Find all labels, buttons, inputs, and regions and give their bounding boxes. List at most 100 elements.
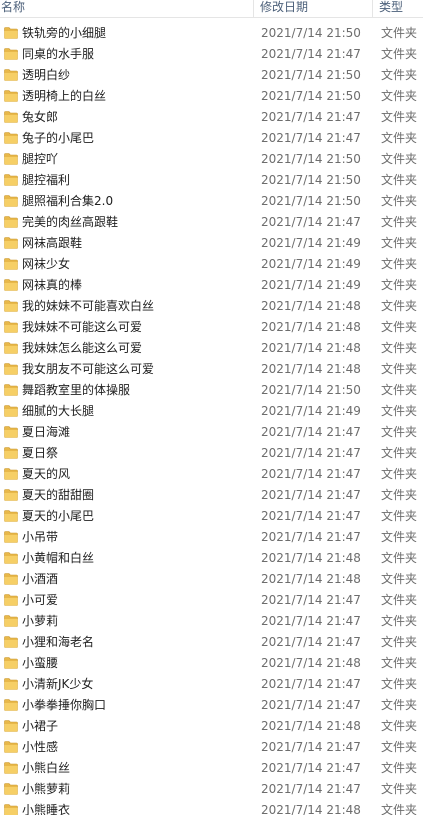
list-item[interactable]: 网袜真的棒 2021/7/14 21:49 文件夹 xyxy=(0,274,423,295)
list-item[interactable]: 小清新JK少女 2021/7/14 21:47 文件夹 xyxy=(0,673,423,694)
folder-icon xyxy=(4,131,18,144)
date-modified: 2021/7/14 21:50 xyxy=(261,67,361,82)
file-name: 小裙子 xyxy=(22,719,59,733)
list-item[interactable]: 夏日祭 2021/7/14 21:47 文件夹 xyxy=(0,442,423,463)
column-header-date-modified[interactable]: 修改日期 xyxy=(254,0,373,17)
file-name: 我女朋友不可能这么可爱 xyxy=(22,362,155,376)
file-type: 文件夹 xyxy=(381,593,418,607)
date-modified: 2021/7/14 21:48 xyxy=(261,340,361,355)
list-item[interactable]: 夏天的风 2021/7/14 21:47 文件夹 xyxy=(0,463,423,484)
list-item[interactable]: 夏天的小尾巴 2021/7/14 21:47 文件夹 xyxy=(0,505,423,526)
list-item[interactable]: 我妹妹不可能这么可爱 2021/7/14 21:48 文件夹 xyxy=(0,316,423,337)
list-item[interactable]: 腿照福利合集2.0 2021/7/14 21:50 文件夹 xyxy=(0,190,423,211)
list-item[interactable]: 小熊白丝 2021/7/14 21:47 文件夹 xyxy=(0,757,423,778)
list-item[interactable]: 我女朋友不可能这么可爱 2021/7/14 21:48 文件夹 xyxy=(0,358,423,379)
list-item[interactable]: 小裙子 2021/7/14 21:48 文件夹 xyxy=(0,715,423,736)
column-header-type[interactable]: 类型 xyxy=(373,0,423,17)
file-type: 文件夹 xyxy=(381,257,418,271)
file-name: 透明椅上的白丝 xyxy=(22,89,107,103)
list-item[interactable]: 小性感 2021/7/14 21:47 文件夹 xyxy=(0,736,423,757)
file-name: 小熊白丝 xyxy=(22,761,71,775)
file-name-cell: 铁轨旁的小细腿 xyxy=(0,24,256,41)
list-item[interactable]: 同桌的水手服 2021/7/14 21:47 文件夹 xyxy=(0,43,423,64)
date-modified: 2021/7/14 21:49 xyxy=(261,235,361,250)
folder-icon xyxy=(4,488,18,501)
list-item[interactable]: 小熊睡衣 2021/7/14 21:48 文件夹 xyxy=(0,799,423,815)
file-name-cell: 小熊萝莉 xyxy=(0,780,256,797)
list-item[interactable]: 小酒酒 2021/7/14 21:48 文件夹 xyxy=(0,568,423,589)
date-modified: 2021/7/14 21:47 xyxy=(261,424,361,439)
list-item[interactable]: 小可爱 2021/7/14 21:47 文件夹 xyxy=(0,589,423,610)
list-item[interactable]: 腿控吖 2021/7/14 21:50 文件夹 xyxy=(0,148,423,169)
file-name: 我妹妹怎么能这么可爱 xyxy=(22,341,143,355)
list-item[interactable]: 小熊萝莉 2021/7/14 21:47 文件夹 xyxy=(0,778,423,799)
list-item[interactable]: 铁轨旁的小细腿 2021/7/14 21:50 文件夹 xyxy=(0,22,423,43)
list-item[interactable]: 网袜少女 2021/7/14 21:49 文件夹 xyxy=(0,253,423,274)
column-header-name[interactable]: 名称 xyxy=(0,0,254,17)
file-name: 细腻的大长腿 xyxy=(22,404,95,418)
date-modified: 2021/7/14 21:49 xyxy=(261,256,361,271)
list-item[interactable]: 细腻的大长腿 2021/7/14 21:49 文件夹 xyxy=(0,400,423,421)
list-item[interactable]: 腿控福利 2021/7/14 21:50 文件夹 xyxy=(0,169,423,190)
date-modified: 2021/7/14 21:48 xyxy=(261,319,361,334)
file-name-cell: 小萝莉 xyxy=(0,612,256,629)
file-name-cell: 透明白纱 xyxy=(0,66,256,83)
folder-icon xyxy=(4,614,18,627)
list-item[interactable]: 透明椅上的白丝 2021/7/14 21:50 文件夹 xyxy=(0,85,423,106)
list-item[interactable]: 小萝莉 2021/7/14 21:47 文件夹 xyxy=(0,610,423,631)
file-name-cell: 小熊白丝 xyxy=(0,759,256,776)
folder-icon xyxy=(4,425,18,438)
date-modified: 2021/7/14 21:50 xyxy=(261,25,361,40)
folder-icon xyxy=(4,719,18,732)
file-name-cell: 小狸和海老名 xyxy=(0,633,256,650)
file-type: 文件夹 xyxy=(381,719,418,733)
file-type: 文件夹 xyxy=(381,572,418,586)
file-name: 同桌的水手服 xyxy=(22,47,95,61)
file-type: 文件夹 xyxy=(381,614,418,628)
file-type: 文件夹 xyxy=(381,131,418,145)
file-name-cell: 小可爱 xyxy=(0,591,256,608)
list-item[interactable]: 夏日海滩 2021/7/14 21:47 文件夹 xyxy=(0,421,423,442)
file-name-cell: 夏日海滩 xyxy=(0,423,256,440)
list-item[interactable]: 小黄帽和白丝 2021/7/14 21:48 文件夹 xyxy=(0,547,423,568)
folder-icon xyxy=(4,299,18,312)
folder-icon xyxy=(4,782,18,795)
list-item[interactable]: 夏天的甜甜圈 2021/7/14 21:47 文件夹 xyxy=(0,484,423,505)
file-type: 文件夹 xyxy=(381,89,418,103)
file-name-cell: 我妹妹怎么能这么可爱 xyxy=(0,339,256,356)
file-name-cell: 我妹妹不可能这么可爱 xyxy=(0,318,256,335)
list-item[interactable]: 小狸和海老名 2021/7/14 21:47 文件夹 xyxy=(0,631,423,652)
list-item[interactable]: 透明白纱 2021/7/14 21:50 文件夹 xyxy=(0,64,423,85)
file-type: 文件夹 xyxy=(381,509,418,523)
folder-icon xyxy=(4,152,18,165)
file-type: 文件夹 xyxy=(381,635,418,649)
file-name: 小拳拳捶你胸口 xyxy=(22,698,107,712)
file-name: 夏天的小尾巴 xyxy=(22,509,95,523)
folder-icon xyxy=(4,215,18,228)
date-modified: 2021/7/14 21:47 xyxy=(261,130,361,145)
file-name-cell: 夏天的小尾巴 xyxy=(0,507,256,524)
file-type: 文件夹 xyxy=(381,68,418,82)
file-name-cell: 我女朋友不可能这么可爱 xyxy=(0,360,256,377)
list-item[interactable]: 完美的肉丝高跟鞋 2021/7/14 21:47 文件夹 xyxy=(0,211,423,232)
list-item[interactable]: 小吊带 2021/7/14 21:47 文件夹 xyxy=(0,526,423,547)
list-item[interactable]: 舞蹈教室里的体操服 2021/7/14 21:50 文件夹 xyxy=(0,379,423,400)
folder-icon xyxy=(4,110,18,123)
list-item[interactable]: 兔女郎 2021/7/14 21:47 文件夹 xyxy=(0,106,423,127)
date-modified: 2021/7/14 21:50 xyxy=(261,193,361,208)
list-item[interactable]: 网袜高跟鞋 2021/7/14 21:49 文件夹 xyxy=(0,232,423,253)
date-modified: 2021/7/14 21:47 xyxy=(261,529,361,544)
list-item[interactable]: 小拳拳捶你胸口 2021/7/14 21:47 文件夹 xyxy=(0,694,423,715)
date-modified: 2021/7/14 21:47 xyxy=(261,487,361,502)
list-item[interactable]: 我的妹妹不可能喜欢白丝 2021/7/14 21:48 文件夹 xyxy=(0,295,423,316)
file-type: 文件夹 xyxy=(381,110,418,124)
list-item[interactable]: 兔子的小尾巴 2021/7/14 21:47 文件夹 xyxy=(0,127,423,148)
list-item[interactable]: 小蛮腰 2021/7/14 21:48 文件夹 xyxy=(0,652,423,673)
folder-icon xyxy=(4,341,18,354)
list-item[interactable]: 我妹妹怎么能这么可爱 2021/7/14 21:48 文件夹 xyxy=(0,337,423,358)
date-modified: 2021/7/14 21:48 xyxy=(261,361,361,376)
folder-icon xyxy=(4,173,18,186)
file-name: 小吊带 xyxy=(22,530,59,544)
file-type: 文件夹 xyxy=(381,236,418,250)
file-name: 舞蹈教室里的体操服 xyxy=(22,383,131,397)
